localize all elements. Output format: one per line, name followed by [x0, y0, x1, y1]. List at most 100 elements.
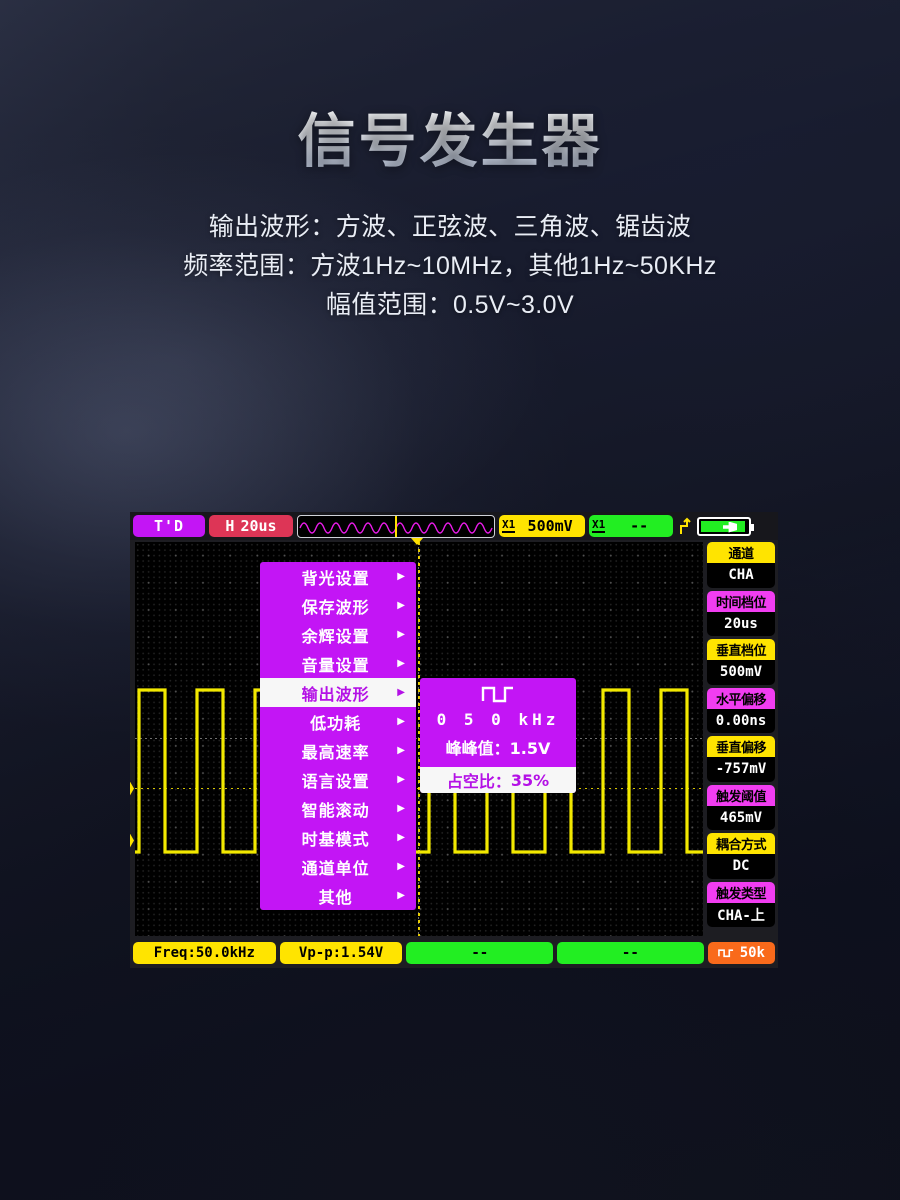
menu-item-label-5: 低功耗: [310, 713, 362, 733]
ch1-scale-badge[interactable]: X1 500mV: [499, 515, 585, 537]
chevron-right-icon: ▶: [397, 773, 406, 785]
menu-item-2[interactable]: 余辉设置 ▶: [260, 620, 416, 649]
spec-line-1: 输出波形：方波、正弦波、三角波、锯齿波: [208, 213, 692, 241]
menu-item-label-9: 时基模式: [301, 829, 370, 849]
channel-a-offset-marker[interactable]: A: [130, 832, 134, 849]
menu-item-label-11: 其他: [318, 887, 353, 907]
measurement-frequency[interactable]: Freq:50.0kHz: [133, 941, 276, 964]
menu-item-3[interactable]: 音量设置 ▶: [260, 649, 416, 678]
menu-item-6[interactable]: 最高速率 ▶: [260, 736, 416, 765]
page-title: 信号发生器: [0, 94, 900, 178]
run-state-badge[interactable]: T'D: [133, 515, 205, 537]
sidebar-block-7[interactable]: 触发类型 CHA-上: [707, 881, 775, 927]
sidebar-block-value-4: -757mV: [707, 757, 775, 782]
output-amplitude-label: 峰峰值：: [445, 739, 510, 758]
menu-item-label-3: 音量设置: [301, 655, 370, 675]
chevron-right-icon: ▶: [397, 744, 406, 756]
chevron-right-icon: ▶: [397, 599, 406, 611]
sidebar-block-header-2: 垂直档位: [707, 639, 775, 660]
menu-item-11[interactable]: 其他 ▶: [260, 881, 416, 910]
output-waveform-submenu[interactable]: 0 5 0 kHz 峰峰值：1.5V 占空比： 35%: [420, 678, 576, 793]
sidebar-block-header-0: 通道: [707, 542, 775, 563]
sidebar-block-value-0: CHA: [707, 563, 775, 588]
menu-item-7[interactable]: 语言设置 ▶: [260, 765, 416, 794]
menu-item-5[interactable]: 低功耗 ▶: [260, 707, 416, 736]
square-wave-icon: [717, 948, 733, 957]
spec-line-2: 频率范围：方波1Hz~10MHz，其他1Hz~50KHz: [183, 252, 717, 280]
chevron-right-icon: ▶: [397, 889, 406, 901]
timebase-value: 20us: [240, 516, 277, 535]
output-frequency-value[interactable]: 0 5 0 kHz: [420, 706, 576, 735]
waveform-grid: [135, 542, 703, 936]
ch2-scale-badge[interactable]: X1 --: [589, 515, 673, 537]
output-duty-label: 占空比：: [446, 772, 511, 791]
measurement-vpp[interactable]: Vp-p:1.54V: [279, 941, 403, 964]
top-status-bar: T'D H 20us X1 500mV X1 --: [130, 512, 778, 540]
oscilloscope-screen: T'D H 20us X1 500mV X1 -- 通道 CHA 时间档位 20…: [130, 512, 778, 968]
settings-menu[interactable]: 背光设置 ▶ 保存波形 ▶ 余辉设置 ▶ 音量设置 ▶ 输出波形 ▶ 低功耗 ▶ 最高速率 ▶ 语言设置 ▶ 智…: [260, 562, 416, 910]
menu-item-label-2: 余辉设置: [301, 626, 370, 646]
menu-item-1[interactable]: 保存波形 ▶: [260, 591, 416, 620]
page-title-text: 信号发生器: [297, 94, 602, 178]
probe-ratio-ch2: X1: [592, 518, 606, 533]
chevron-right-icon: ▶: [397, 860, 406, 872]
sidebar-block-3[interactable]: 水平偏移 0.00ns: [707, 687, 775, 733]
menu-item-9[interactable]: 时基模式 ▶: [260, 823, 416, 852]
ch1-scale-value: 500mV: [527, 516, 573, 535]
menu-item-4[interactable]: 输出波形 ▶: [260, 678, 416, 707]
chevron-right-icon: ▶: [397, 570, 406, 582]
square-wave-icon: [420, 678, 576, 706]
chevron-right-icon: ▶: [397, 628, 406, 640]
sidebar-block-value-7: CHA-上: [707, 902, 775, 927]
chevron-right-icon: ▶: [397, 802, 406, 814]
chevron-right-icon: ▶: [397, 831, 406, 843]
sidebar-block-0[interactable]: 通道 CHA: [707, 542, 775, 588]
timebase-key: H: [225, 516, 235, 535]
channel-a-trace: [135, 688, 703, 854]
measurement-slot-3[interactable]: --: [406, 941, 554, 964]
probe-ratio-ch1: X1: [502, 518, 516, 533]
sidebar-block-6[interactable]: 耦合方式 DC: [707, 833, 775, 879]
output-amplitude-row[interactable]: 峰峰值：1.5V: [420, 735, 576, 767]
sidebar-block-value-1: 20us: [707, 611, 775, 636]
sidebar-block-1[interactable]: 时间档位 20us: [707, 590, 775, 636]
waveform-minimap[interactable]: [297, 514, 495, 538]
rising-edge-icon: [677, 517, 693, 536]
minimap-cursor: [395, 515, 397, 537]
parameter-sidebar: 通道 CHA 时间档位 20us 垂直档位 500mV 水平偏移 0.00ns 垂直偏移 -757…: [707, 542, 775, 936]
output-duty-row[interactable]: 占空比： 35%: [420, 767, 576, 793]
measurement-slot-4[interactable]: --: [557, 941, 704, 964]
battery-charging-icon: [697, 516, 754, 536]
menu-item-8[interactable]: 智能滚动 ▶: [260, 794, 416, 823]
waveform-plot-area[interactable]: T A: [130, 542, 703, 936]
menu-item-label-7: 语言设置: [301, 771, 370, 791]
trigger-level-marker[interactable]: T: [130, 780, 134, 797]
sidebar-block-2[interactable]: 垂直档位 500mV: [707, 639, 775, 685]
sidebar-block-4[interactable]: 垂直偏移 -757mV: [707, 736, 775, 782]
sidebar-block-value-6: DC: [707, 854, 775, 879]
menu-item-0[interactable]: 背光设置 ▶: [260, 562, 416, 591]
measurement-bar: Freq:50.0kHz Vp-p:1.54V -- -- 50k: [133, 940, 776, 965]
timebase-badge[interactable]: H 20us: [209, 515, 293, 537]
menu-item-label-8: 智能滚动: [301, 800, 370, 820]
menu-item-10[interactable]: 通道单位 ▶: [260, 852, 416, 881]
spec-line-3: 幅值范围：0.5V~3.0V: [325, 291, 575, 319]
menu-item-label-6: 最高速率: [301, 742, 370, 762]
sidebar-block-header-6: 耦合方式: [707, 833, 775, 854]
sidebar-block-header-1: 时间档位: [707, 590, 775, 612]
sidebar-block-value-5: 465mV: [707, 805, 775, 830]
generator-frequency-value: 50k: [739, 944, 765, 961]
promo-specs: 输出波形：方波、正弦波、三角波、锯齿波 频率范围：方波1Hz~10MHz，其他1…: [0, 208, 900, 325]
chevron-right-icon: ▶: [397, 657, 406, 669]
sidebar-block-value-3: 0.00ns: [707, 708, 775, 733]
sidebar-block-header-4: 垂直偏移: [707, 736, 775, 757]
sidebar-block-value-2: 500mV: [707, 660, 775, 685]
menu-item-label-0: 背光设置: [301, 568, 370, 588]
generator-status[interactable]: 50k: [707, 941, 776, 964]
menu-item-label-1: 保存波形: [301, 597, 370, 617]
output-duty-value: 35%: [510, 770, 550, 790]
trigger-position-caret: [411, 538, 423, 545]
menu-item-label-4: 输出波形: [301, 684, 370, 704]
sidebar-block-5[interactable]: 触发阈值 465mV: [707, 784, 775, 830]
chevron-right-icon: ▶: [397, 686, 406, 698]
